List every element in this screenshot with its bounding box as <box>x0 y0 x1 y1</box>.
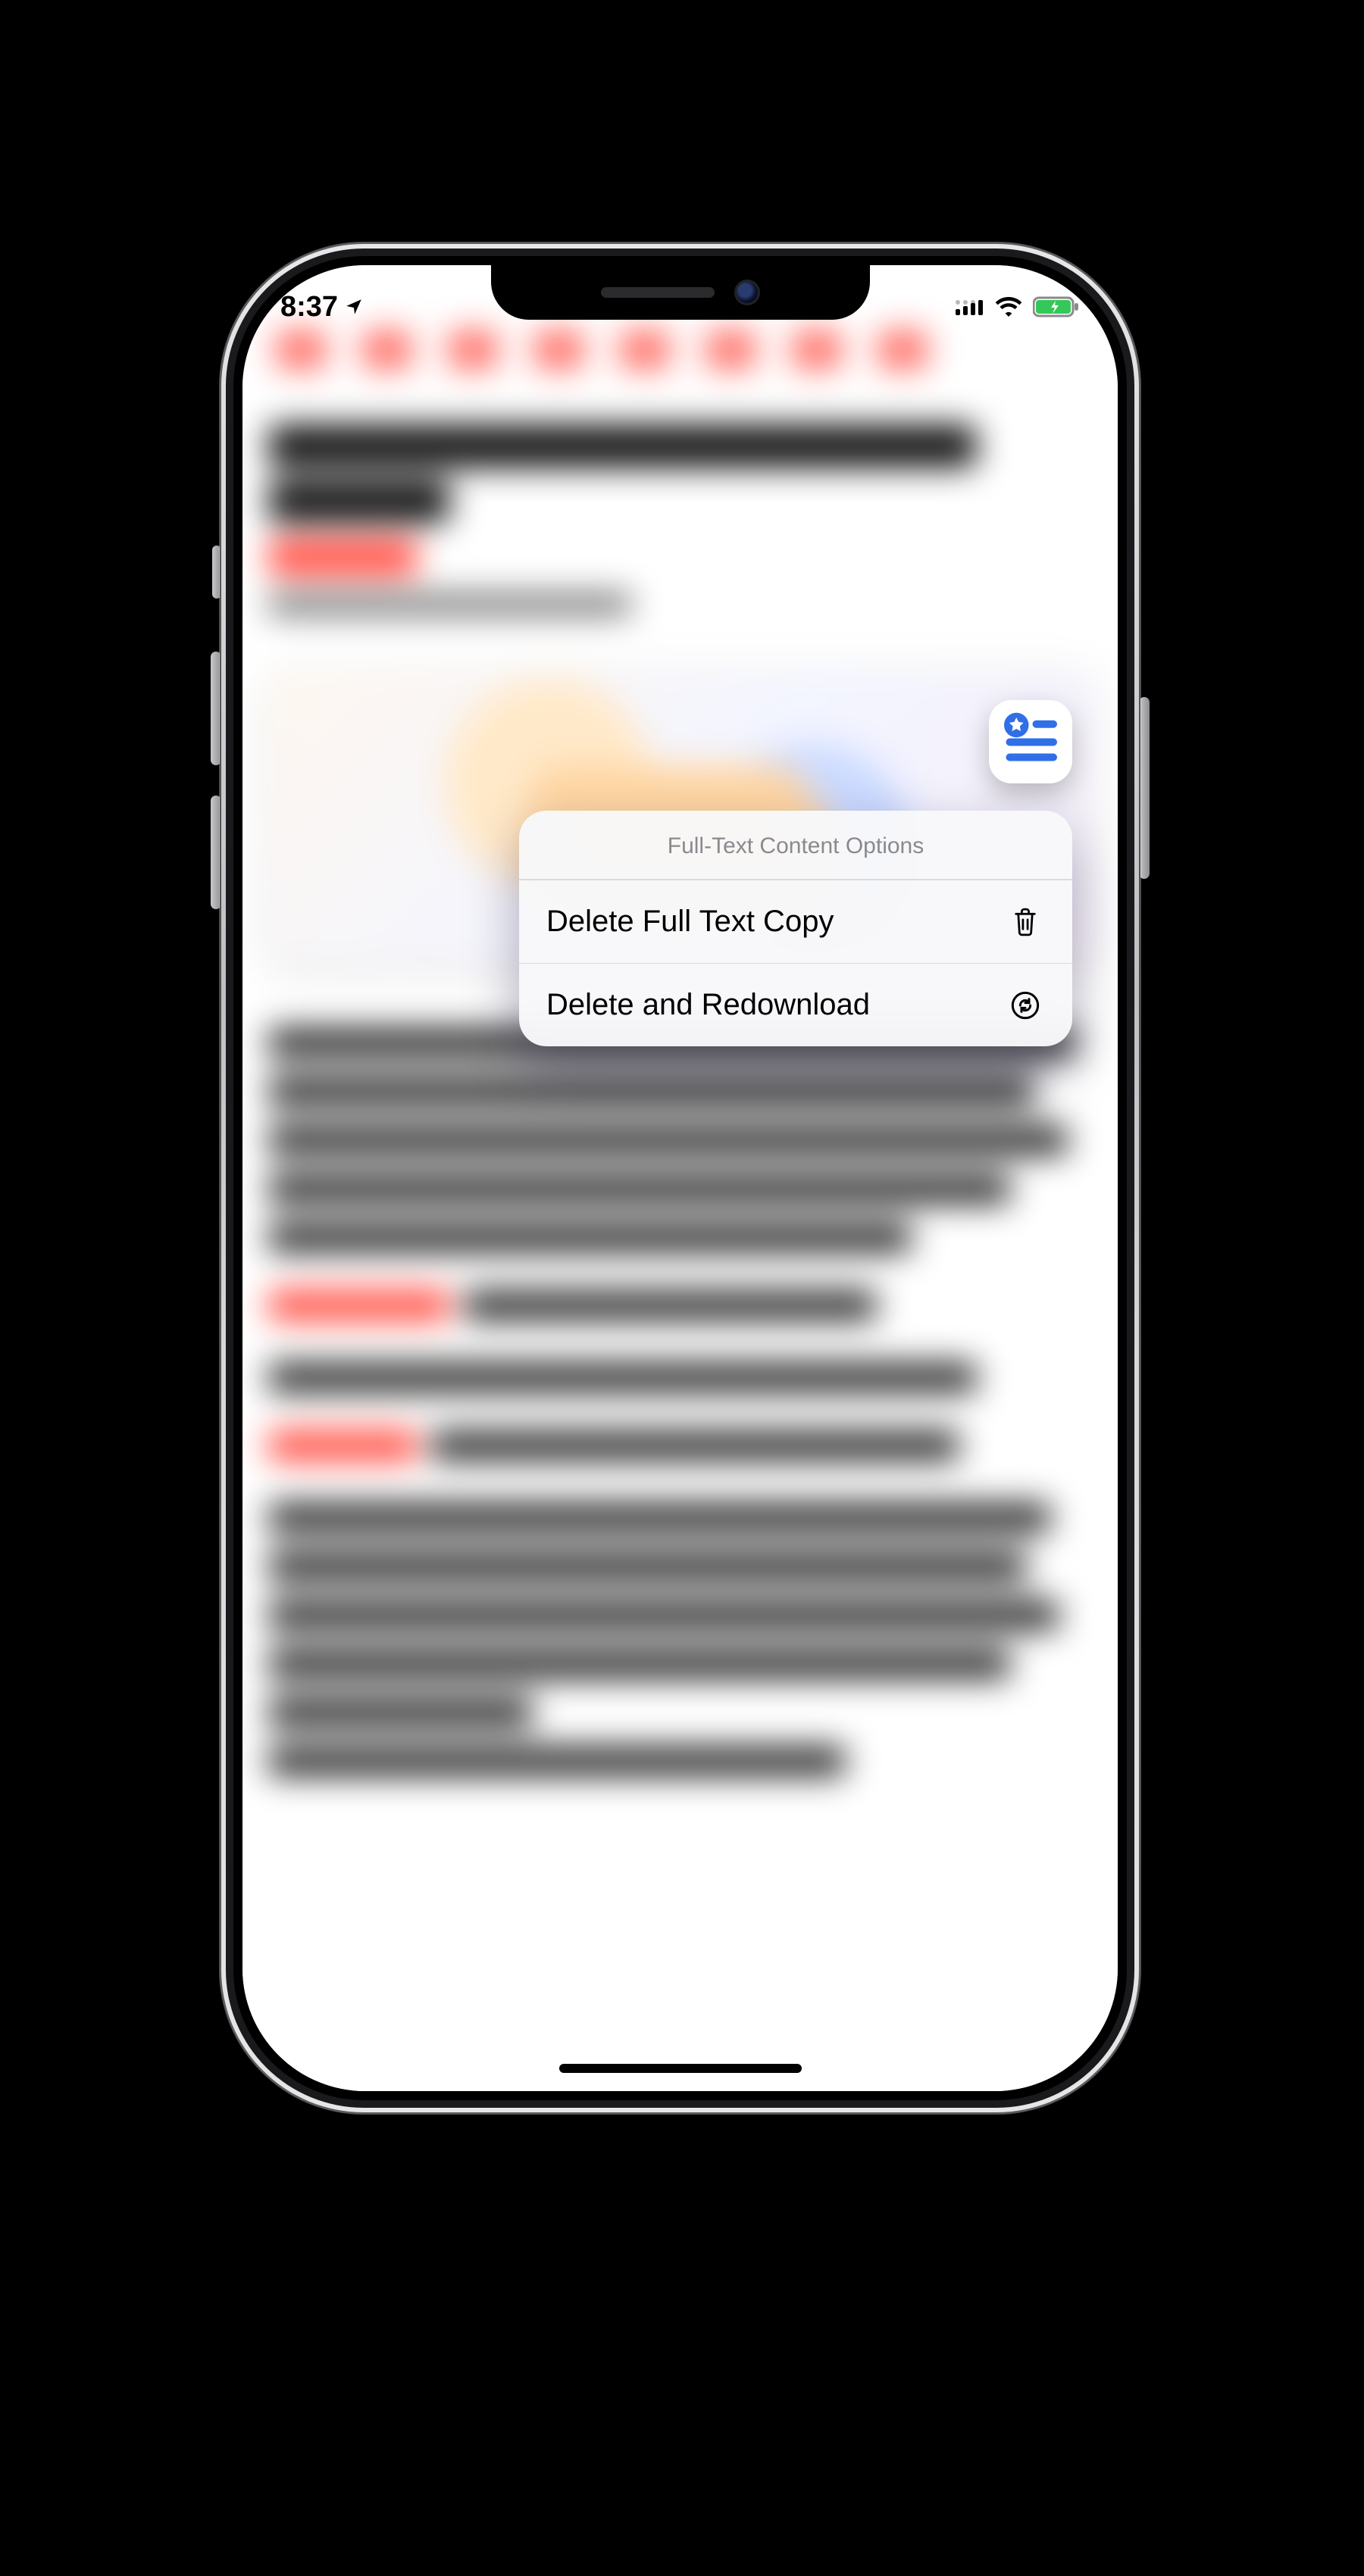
phone-mockup: 8:37 <box>220 242 1140 2114</box>
location-icon <box>344 297 364 317</box>
menu-item-delete-redownload[interactable]: Delete and Redownload <box>519 963 1072 1046</box>
status-time: 8:37 <box>280 291 338 324</box>
reader-mode-icon-button[interactable] <box>989 700 1072 783</box>
phone-screen: 8:37 <box>242 265 1118 2091</box>
refresh-icon <box>1009 990 1042 1021</box>
context-menu-title: Full-Text Content Options <box>519 811 1072 880</box>
context-menu: Full-Text Content Options Delete Full Te… <box>519 811 1072 1046</box>
front-camera <box>734 280 760 305</box>
trash-icon <box>1009 907 1042 937</box>
battery-charging-icon <box>1033 296 1080 317</box>
menu-item-delete-full-text[interactable]: Delete Full Text Copy <box>519 880 1072 963</box>
menu-item-label: Delete Full Text Copy <box>546 905 834 939</box>
cellular-signal-icon <box>954 297 984 317</box>
speaker-grille <box>601 287 715 298</box>
device-notch <box>491 265 870 320</box>
home-indicator[interactable] <box>559 2064 802 2073</box>
menu-item-label: Delete and Redownload <box>546 988 870 1022</box>
star-list-icon <box>1000 710 1061 774</box>
wifi-icon <box>995 297 1022 317</box>
power-button <box>1139 697 1150 879</box>
